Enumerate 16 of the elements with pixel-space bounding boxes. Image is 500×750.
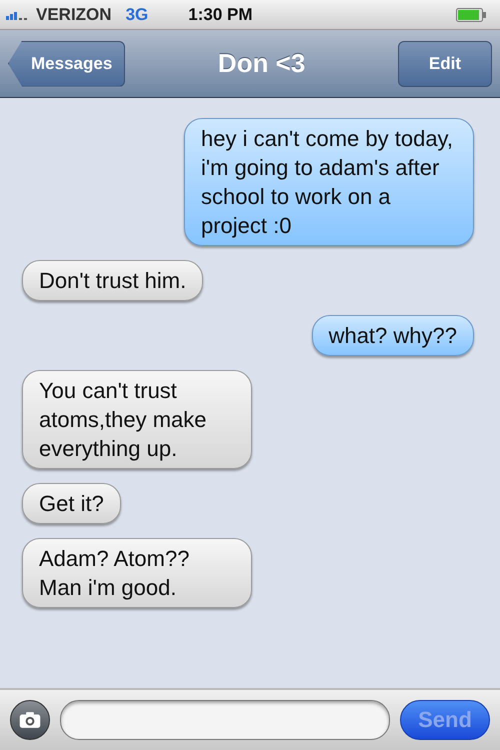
message-bubble: Adam? Atom?? Man i'm good. [22, 538, 252, 608]
message-bubble: You can't trust atoms,they make everything up. [22, 370, 252, 469]
conversation-title: Don <3 [218, 48, 306, 79]
battery-icon [456, 8, 486, 22]
message-bubble: what? why?? [312, 315, 474, 356]
message-input-field[interactable] [60, 700, 390, 740]
back-button[interactable]: Messages [8, 40, 126, 86]
carrier-name: VERIZON [36, 4, 112, 24]
network-type: 3G [126, 4, 148, 24]
message-bubble: Don't trust him. [22, 260, 204, 301]
signal-icon [6, 10, 30, 20]
status-time: 1:30 PM [188, 4, 252, 24]
edit-button[interactable]: Edit [398, 40, 492, 86]
camera-icon[interactable] [10, 700, 50, 740]
message-bubble: Get it? [22, 483, 121, 524]
message-bubble: hey i can't come by today, i'm going to adam's after school to work on a project :0 [184, 118, 474, 246]
